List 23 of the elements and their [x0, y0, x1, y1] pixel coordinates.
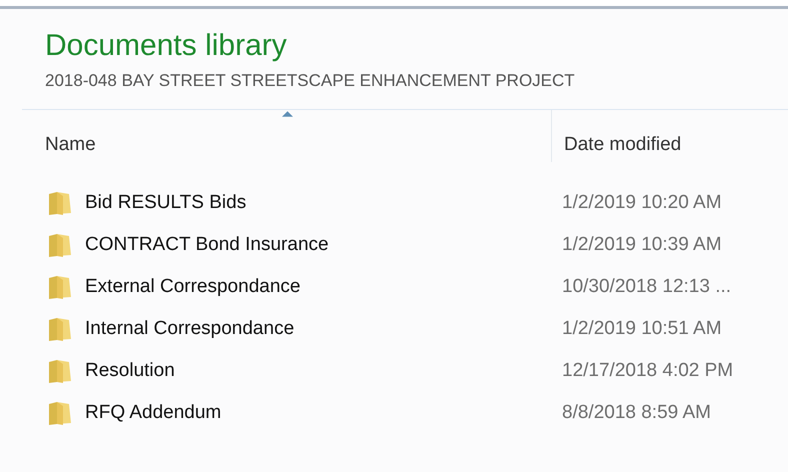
folder-icon: [47, 232, 73, 258]
folder-icon: [47, 400, 73, 426]
library-title: Documents library: [45, 29, 288, 63]
column-header[interactable]: Name: [22, 110, 552, 162]
folder-icon: [47, 358, 73, 384]
column-header[interactable]: Date modified: [552, 110, 788, 162]
folder-name[interactable]: External Correspondance: [85, 276, 300, 298]
date-modified: 8/8/2018 8:59 AM: [562, 402, 711, 424]
folder-name[interactable]: CONTRACT Bond Insurance: [85, 234, 329, 256]
sort-arrow-icon: [282, 111, 292, 117]
date-modified: 12/17/2018 4:02 PM: [562, 360, 734, 382]
folder-name[interactable]: Bid RESULTS Bids: [85, 192, 246, 214]
folder-name[interactable]: Internal Correspondance: [85, 318, 294, 340]
date-modified: 1/2/2019 10:39 AM: [562, 234, 722, 256]
date-modified: 1/2/2019 10:20 AM: [562, 192, 722, 214]
date-modified: 10/30/2018 12:13 ...: [562, 276, 732, 298]
folder-icon: [47, 316, 73, 342]
library-subtitle: 2018-048 BAY STREET STREETSCAPE ENHANCEMENT PROJECT: [45, 71, 576, 91]
folder-icon: [47, 274, 73, 300]
folder-name[interactable]: Resolution: [85, 360, 175, 382]
folder-icon: [47, 190, 73, 216]
folder-name[interactable]: RFQ Addendum: [85, 402, 222, 424]
date-modified: 1/2/2019 10:51 AM: [562, 318, 722, 340]
